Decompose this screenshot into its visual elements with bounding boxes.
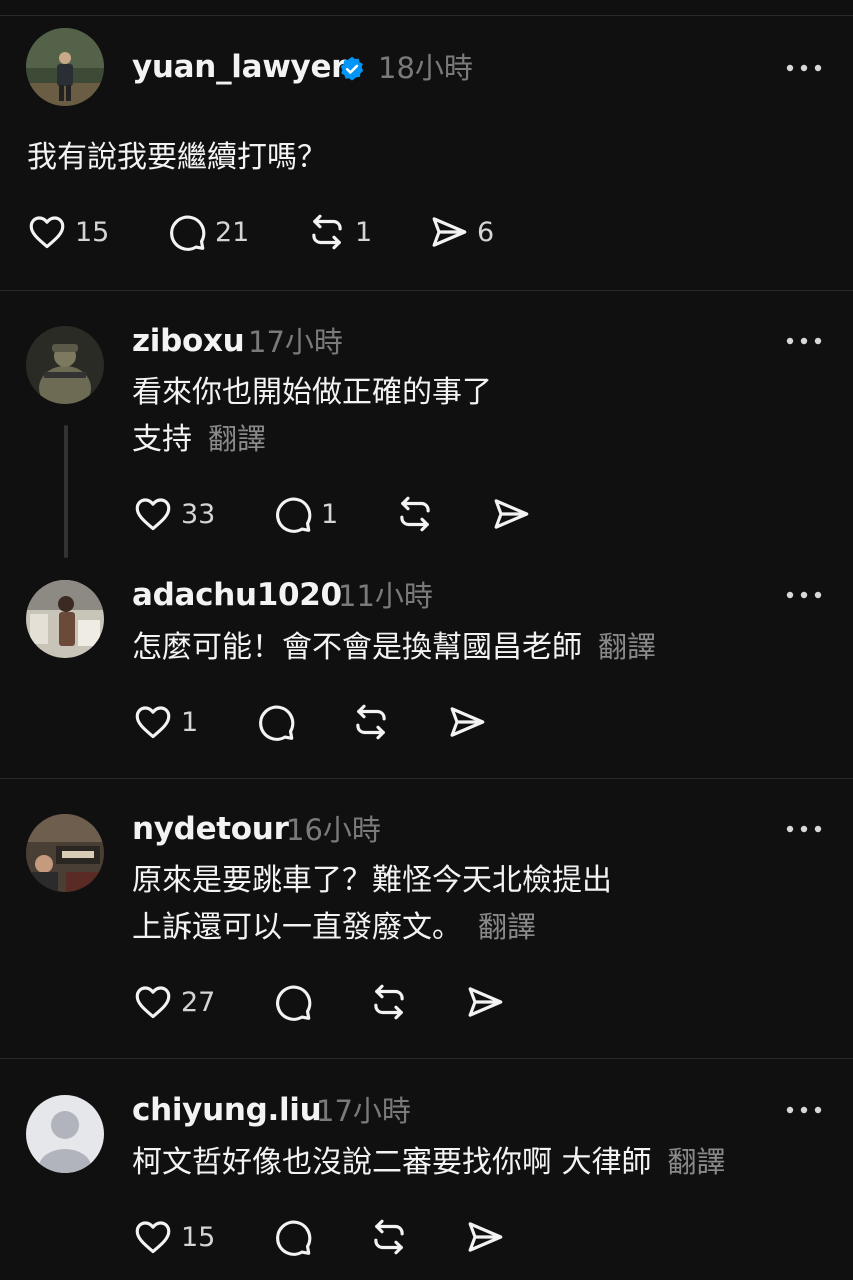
comment-divider — [0, 1058, 853, 1059]
translate-link[interactable]: 翻譯 — [478, 910, 536, 944]
share-button[interactable] — [464, 1215, 506, 1259]
avatar[interactable] — [26, 28, 104, 106]
comment-text: 怎麼可能！會不會是換幫國昌老師 翻譯 — [132, 624, 656, 671]
comment-time: 11小時 — [338, 579, 433, 613]
like-button[interactable]: 1 — [132, 700, 198, 744]
comment-time: 17小時 — [248, 325, 343, 359]
like-count: 15 — [75, 216, 110, 248]
verified-icon — [338, 55, 366, 83]
like-count: 1 — [181, 706, 199, 738]
reply-button[interactable]: 1 — [272, 492, 338, 536]
like-button[interactable]: 15 — [26, 210, 109, 254]
heart-icon — [132, 1216, 174, 1258]
heart-icon — [132, 493, 174, 535]
avatar[interactable] — [26, 580, 104, 658]
translate-link[interactable]: 翻譯 — [598, 630, 656, 664]
reply-icon — [272, 1216, 314, 1258]
more-icon[interactable] — [784, 331, 824, 351]
comment-username[interactable]: chiyung.liu — [132, 1095, 322, 1126]
share-icon — [446, 701, 488, 743]
top-divider — [0, 15, 853, 16]
post-username[interactable]: yuan_lawyer — [132, 52, 346, 83]
reply-icon — [255, 701, 297, 743]
repost-icon — [394, 493, 436, 535]
like-count: 33 — [181, 498, 216, 530]
share-button[interactable] — [446, 700, 488, 744]
avatar[interactable] — [26, 326, 104, 404]
avatar[interactable] — [26, 814, 104, 892]
repost-button[interactable]: 1 — [306, 210, 372, 254]
share-button[interactable]: 6 — [428, 210, 494, 254]
repost-button[interactable] — [394, 492, 436, 536]
translate-link[interactable]: 翻譯 — [208, 422, 266, 456]
repost-icon — [368, 1216, 410, 1258]
thread-line — [64, 425, 68, 558]
more-icon[interactable] — [784, 585, 824, 605]
more-icon[interactable] — [784, 58, 824, 78]
post-divider — [0, 290, 853, 291]
repost-button[interactable] — [350, 700, 392, 744]
more-icon[interactable] — [784, 1100, 824, 1120]
more-icon[interactable] — [784, 819, 824, 839]
reply-button[interactable] — [272, 980, 314, 1024]
reply-button[interactable] — [255, 700, 297, 744]
heart-icon — [26, 211, 68, 253]
repost-button[interactable] — [368, 980, 410, 1024]
like-count: 15 — [181, 1221, 216, 1253]
like-button[interactable]: 27 — [132, 980, 215, 1024]
repost-count: 1 — [355, 216, 373, 248]
repost-icon — [306, 211, 348, 253]
repost-button[interactable] — [368, 1215, 410, 1259]
share-icon — [464, 1216, 506, 1258]
heart-icon — [132, 701, 174, 743]
share-icon — [428, 211, 470, 253]
reply-icon — [166, 211, 208, 253]
translate-link[interactable]: 翻譯 — [668, 1145, 726, 1179]
reply-button[interactable]: 21 — [166, 210, 249, 254]
repost-icon — [350, 701, 392, 743]
comment-text-line2: 上訴還可以一直發廢文。 翻譯 — [132, 904, 536, 951]
comment-text-content: 怎麼可能！會不會是換幫國昌老師 — [132, 630, 582, 665]
share-button[interactable] — [490, 492, 532, 536]
share-button[interactable] — [464, 980, 506, 1024]
comment-text-line1: 原來是要跳車了？難怪今天北檢提出 — [132, 863, 612, 898]
like-button[interactable]: 33 — [132, 492, 215, 536]
comment-text-line2-content: 支持 — [132, 422, 192, 457]
comment-time: 16小時 — [286, 813, 381, 847]
repost-icon — [368, 981, 410, 1023]
comment-username[interactable]: ziboxu — [132, 326, 245, 357]
comment-text-line2: 支持 翻譯 — [132, 416, 266, 463]
avatar[interactable] — [26, 1095, 104, 1173]
comment-text-line2-content: 上訴還可以一直發廢文。 — [132, 910, 462, 945]
comment-time: 17小時 — [316, 1094, 411, 1128]
comment-text-line1: 看來你也開始做正確的事了 — [132, 375, 492, 410]
post-text: 我有說我要繼續打嗎？ — [27, 140, 327, 175]
comment-username[interactable]: nydetour — [132, 814, 289, 845]
like-count: 27 — [181, 986, 216, 1018]
share-icon — [490, 493, 532, 535]
comment-text: 柯文哲好像也沒說二審要找你啊 大律師 翻譯 — [132, 1139, 726, 1186]
share-count: 6 — [477, 216, 495, 248]
share-icon — [464, 981, 506, 1023]
post-time: 18小時 — [378, 51, 473, 85]
heart-icon — [132, 981, 174, 1023]
like-button[interactable]: 15 — [132, 1215, 215, 1259]
reply-icon — [272, 981, 314, 1023]
reply-button[interactable] — [272, 1215, 314, 1259]
comment-username[interactable]: adachu1020 — [132, 580, 342, 611]
comment-text-content: 柯文哲好像也沒說二審要找你啊 大律師 — [132, 1145, 652, 1180]
reply-icon — [272, 493, 314, 535]
reply-count: 1 — [321, 498, 339, 530]
reply-count: 21 — [215, 216, 250, 248]
comment-divider — [0, 778, 853, 779]
